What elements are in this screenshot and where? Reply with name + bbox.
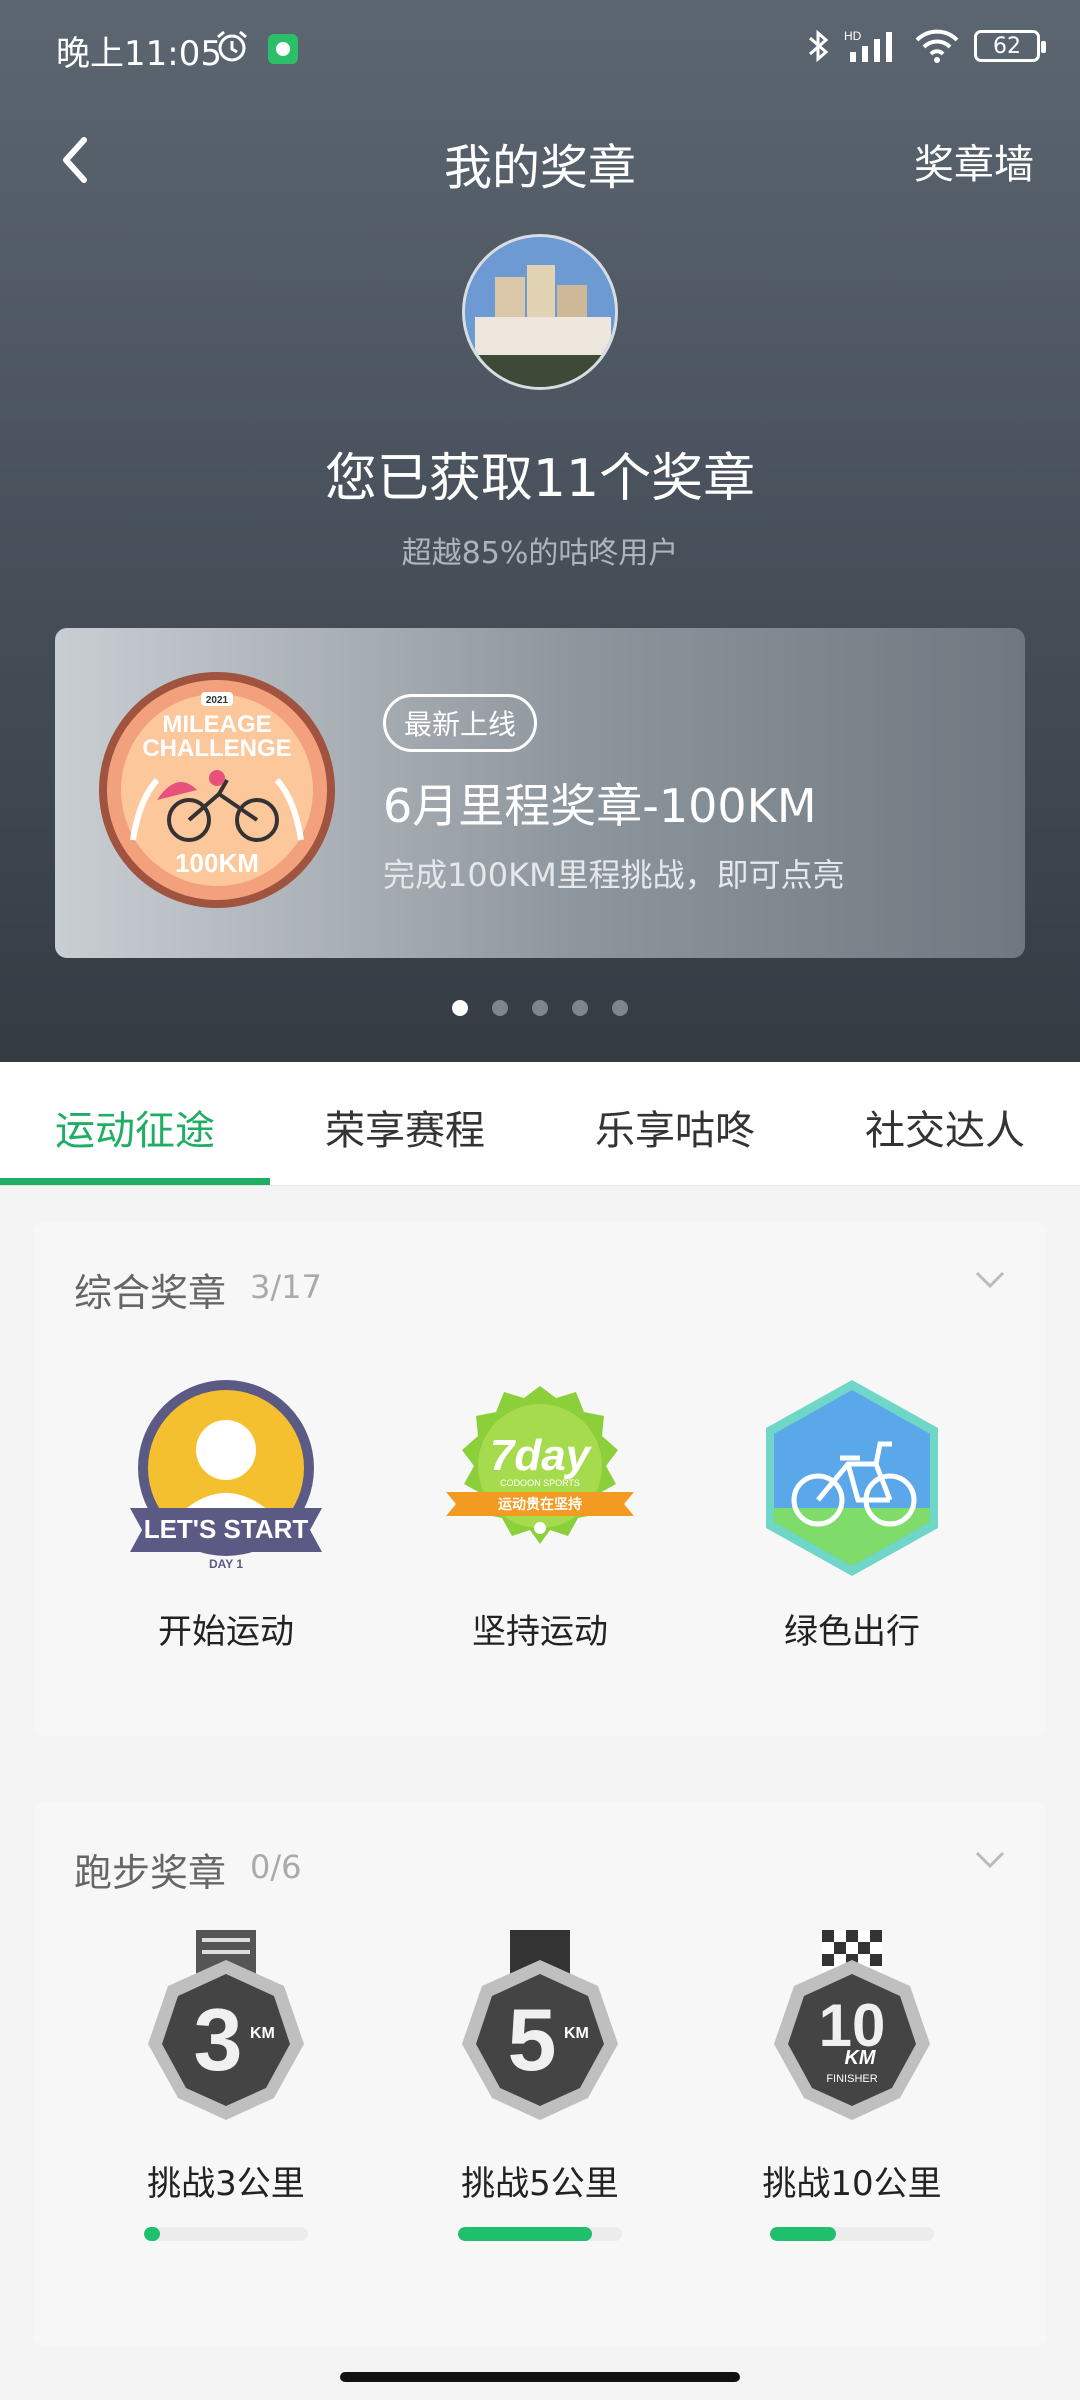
- svg-text:CHALLENGE: CHALLENGE: [142, 735, 291, 762]
- chevron-down-icon[interactable]: [974, 1850, 1006, 1870]
- status-bar: 晚上11:05 HD 62: [0, 0, 1080, 100]
- svg-text:LET'S START: LET'S START: [144, 1514, 309, 1544]
- svg-text:CODOON SPORTS: CODOON SPORTS: [500, 1478, 580, 1488]
- medal-item[interactable]: 10 KM FINISHER 挑战10公里: [742, 1930, 962, 2241]
- battery-icon: 62: [974, 30, 1046, 62]
- medal-wall-button[interactable]: 奖章墙: [914, 132, 1034, 190]
- tab-race-events[interactable]: 荣享赛程: [270, 1098, 540, 1156]
- tab-social-expert[interactable]: 社交达人: [810, 1098, 1080, 1156]
- carousel-dot[interactable]: [532, 1000, 548, 1016]
- section-title: 跑步奖章: [74, 1851, 227, 1895]
- svg-text:KM: KM: [564, 2025, 589, 2042]
- svg-text:2021: 2021: [206, 695, 229, 706]
- tab-sport-journey[interactable]: 运动征途: [0, 1098, 270, 1156]
- svg-text:3: 3: [194, 1990, 243, 2089]
- tab-enjoy-codoon[interactable]: 乐享咕咚: [540, 1098, 810, 1156]
- banner-title: 6月里程奖章-100KM: [383, 779, 817, 833]
- medal-label: 坚持运动: [472, 1612, 608, 1652]
- carousel-indicator: [0, 1000, 1080, 1016]
- lets-start-medal-icon: LET'S START DAY 1: [130, 1380, 322, 1571]
- medal-progress-fill: [770, 2227, 836, 2241]
- avatar-photo: [465, 237, 615, 387]
- featured-medal-banner[interactable]: 2021 MILEAGE CHALLENGE 100KM 最新上线 6月里程奖章…: [55, 628, 1025, 958]
- cellular-signal-icon: HD: [844, 29, 892, 62]
- alarm-icon: [217, 30, 247, 62]
- bicycle-medal-icon: [766, 1380, 938, 1576]
- section-count: 0/6: [250, 1848, 302, 1886]
- app-notification-icon: [268, 34, 298, 64]
- medal-label: 挑战3公里: [147, 2164, 305, 2204]
- svg-text:7day: 7day: [490, 1431, 593, 1480]
- svg-text:DAY 1: DAY 1: [209, 1557, 243, 1571]
- medal-label: 开始运动: [158, 1612, 294, 1652]
- status-right: HD 62: [806, 26, 1046, 66]
- svg-text:MILEAGE: MILEAGE: [162, 711, 271, 738]
- medal-section-general: 综合奖章 3/17 LET'S START DAY 1 开始运动 7day CO…: [34, 1222, 1046, 1736]
- svg-text:运动贵在坚持: 运动贵在坚持: [498, 1496, 582, 1513]
- medal-label: 绿色出行: [784, 1612, 920, 1652]
- medal-label: 挑战5公里: [461, 2164, 619, 2204]
- battery-level: 62: [993, 33, 1021, 59]
- wifi-icon: [915, 29, 959, 63]
- carousel-dot[interactable]: [452, 1000, 468, 1016]
- medal-progress-bar: [144, 2227, 308, 2241]
- 7day-medal-icon: 7day CODOON SPORTS 运动贵在坚持: [446, 1386, 634, 1544]
- bluetooth-icon: [809, 29, 829, 63]
- medal-item[interactable]: LET'S START DAY 1 开始运动: [116, 1378, 336, 1653]
- mileage-challenge-medal-icon: 2021 MILEAGE CHALLENGE 100KM: [99, 672, 335, 908]
- svg-text:100KM: 100KM: [175, 848, 259, 878]
- nav-bar: 我的奖章 奖章墙: [0, 110, 1080, 210]
- section-title: 综合奖章: [74, 1271, 227, 1315]
- medal-progress-bar: [458, 2227, 622, 2241]
- 5km-medal-icon: 5 KM: [462, 1930, 618, 2120]
- medal-count-heading: 您已获取11个奖章: [324, 449, 756, 509]
- medal-section-running: 跑步奖章 0/6 3 KM 挑战3公里 5 KM 挑战5公里 10 KM FIN…: [34, 1802, 1046, 2346]
- svg-text:FINISHER: FINISHER: [826, 2073, 877, 2085]
- medal-item[interactable]: 3 KM 挑战3公里: [116, 1930, 336, 2241]
- medal-item[interactable]: 绿色出行: [742, 1378, 962, 1653]
- svg-text:5: 5: [508, 1990, 557, 2089]
- avatar[interactable]: [462, 234, 618, 390]
- header-hero: 晚上11:05 HD 62 我的奖章 奖章墙 您已获取11个奖章 超越85%的咕…: [0, 0, 1080, 1062]
- svg-text:KM: KM: [844, 2047, 876, 2069]
- medal-item[interactable]: 5 KM 挑战5公里: [430, 1930, 650, 2241]
- 10km-medal-icon: 10 KM FINISHER: [774, 1930, 930, 2120]
- status-time: 晚上11:05: [56, 34, 222, 74]
- carousel-dot[interactable]: [612, 1000, 628, 1016]
- carousel-dot[interactable]: [572, 1000, 588, 1016]
- medal-progress-bar: [770, 2227, 934, 2241]
- medal-label: 挑战10公里: [762, 2164, 942, 2204]
- category-tabs: 运动征途 荣享赛程 乐享咕咚 社交达人: [0, 1062, 1080, 1186]
- active-tab-indicator: [0, 1178, 270, 1185]
- hd-label: HD: [844, 29, 862, 43]
- chevron-down-icon[interactable]: [974, 1270, 1006, 1290]
- medal-progress-fill: [144, 2227, 161, 2241]
- 3km-medal-icon: 3 KM: [148, 1930, 304, 2120]
- new-tag: 最新上线: [383, 694, 538, 752]
- medal-progress-fill: [458, 2227, 593, 2241]
- svg-text:KM: KM: [250, 2025, 275, 2042]
- rank-subheading: 超越85%的咕咚用户: [401, 536, 679, 571]
- banner-description: 完成100KM里程挑战，即可点亮: [383, 856, 845, 894]
- carousel-dot[interactable]: [492, 1000, 508, 1016]
- section-count: 3/17: [250, 1268, 322, 1306]
- home-indicator[interactable]: [340, 2372, 740, 2382]
- medal-item[interactable]: 7day CODOON SPORTS 运动贵在坚持 坚持运动: [430, 1378, 650, 1653]
